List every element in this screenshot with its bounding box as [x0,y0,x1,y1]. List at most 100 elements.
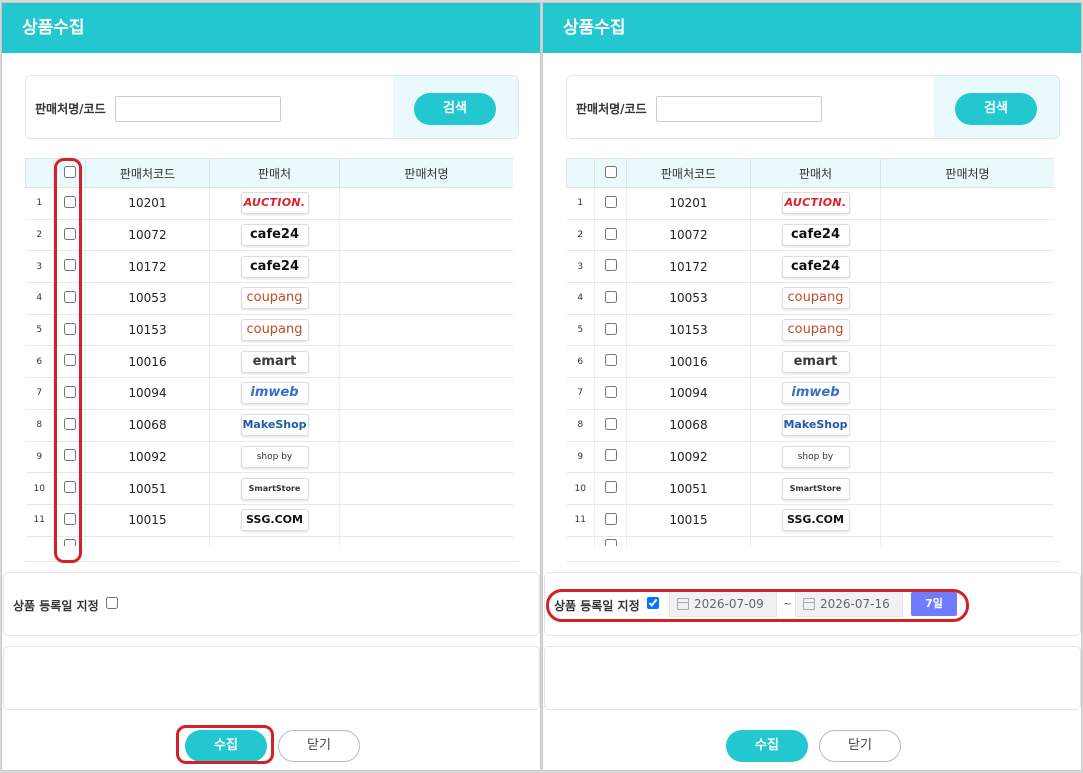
seller-logo-cell: SSG.COM [750,504,881,537]
seller-logo-cell: cafe24 [750,219,881,252]
table-row[interactable] [25,536,513,546]
seller-header: 판매처 [209,158,340,188]
seller-logo-cell: MakeShop [750,409,881,442]
seller-name [339,187,513,220]
search-input[interactable] [656,96,822,122]
seller-logo-cell [750,536,881,546]
table-row[interactable]: 8 10068 MakeShop [25,409,513,442]
seller-code-header: 판매처코드 [85,158,210,188]
seller-name [339,472,513,505]
row-checkbox-cell [594,250,627,284]
table-row[interactable] [566,536,1054,546]
table-row[interactable]: 9 10092 shop by [566,441,1054,474]
seller-code: 10016 [626,345,751,379]
seller-logo-cell: coupang [750,314,881,347]
table-row[interactable]: 5 10153 coupang [25,314,513,347]
seller-logo-cell: emart [209,345,340,379]
table-row[interactable]: 10 10051 SmartStore [25,472,513,505]
seller-code: 10092 [85,441,210,474]
table-row[interactable]: 7 10094 imweb [566,377,1054,410]
row-number: 1 [25,187,54,220]
select-all-checkbox[interactable] [604,165,617,178]
row-checkbox[interactable] [604,512,617,525]
date-filter-label: 상품 등록일 지정 [13,599,99,613]
seller-logo-cell: emart [750,345,881,379]
row-checkbox[interactable] [604,322,617,335]
table-row[interactable]: 11 10015 SSG.COM [25,504,513,537]
close-button[interactable]: 닫기 [819,730,901,762]
seller-code: 10201 [626,187,751,220]
row-checkbox-cell [594,219,627,252]
search-input[interactable] [115,96,281,122]
row-number: 11 [25,504,54,537]
table-row[interactable]: 1 10201 AUCTION. [25,187,513,220]
table-row[interactable]: 8 10068 MakeShop [566,409,1054,442]
seller-logo-cell: cafe24 [209,219,340,252]
table-row[interactable]: 7 10094 imweb [25,377,513,410]
row-number: 6 [25,345,54,379]
seller-logo-cell: imweb [750,377,881,410]
table-row[interactable]: 11 10015 SSG.COM [566,504,1054,537]
seller-name [339,409,513,442]
row-checkbox[interactable] [604,417,617,430]
collect-button[interactable]: 수집 [726,730,808,762]
table-row[interactable]: 3 10172 cafe24 [25,250,513,284]
row-checkbox[interactable] [604,290,617,303]
seller-name [880,250,1054,284]
row-number-header [566,158,595,188]
row-checkbox[interactable] [604,385,617,398]
row-number: 6 [566,345,595,379]
seller-logo-cell: coupang [209,282,340,315]
table-row[interactable]: 2 10072 cafe24 [25,219,513,252]
seller-code: 10068 [626,409,751,442]
shopby-logo: shop by [781,445,850,468]
search-label: 판매처명/코드 [35,102,106,116]
emart-logo: emart [781,350,850,373]
row-number: 7 [566,377,595,410]
seller-logo-cell: shop by [209,441,340,474]
table-row[interactable]: 4 10053 coupang [566,282,1054,315]
row-checkbox[interactable] [604,195,617,208]
seller-name [880,377,1054,410]
row-checkbox[interactable] [604,538,617,546]
seller-name [339,536,513,546]
row-number: 1 [566,187,595,220]
seller-name-header: 판매처명 [339,158,513,188]
seller-code: 10092 [626,441,751,474]
table-row[interactable]: 3 10172 cafe24 [566,250,1054,284]
row-checkbox[interactable] [604,449,617,462]
product-collect-dialog-left: 상품수집 판매처명/코드 검색 판매처코드 판매처 판매처명 1 10201 AUC… [1,2,541,771]
row-checkbox[interactable] [604,354,617,367]
table-row[interactable]: 10 10051 SmartStore [566,472,1054,505]
seller-table: 판매처코드 판매처 판매처명 1 10201 AUCTION. 2 10072 cafe2… [566,158,1054,546]
table-row[interactable]: 6 10016 emart [25,345,513,379]
seller-name [880,536,1054,546]
search-button[interactable]: 검색 [955,93,1037,125]
date-filter-checkbox[interactable] [106,597,118,609]
row-checkbox[interactable] [604,227,617,240]
table-row[interactable]: 6 10016 emart [566,345,1054,379]
coupang-logo: coupang [781,287,850,310]
table-row[interactable]: 9 10092 shop by [25,441,513,474]
seller-logo-cell: cafe24 [209,250,340,284]
seller-header: 판매처 [750,158,881,188]
ssg-logo: SSG.COM [240,509,309,532]
row-checkbox-cell [594,409,627,442]
row-checkbox-cell [594,536,627,546]
imweb-logo: imweb [240,382,309,405]
row-number: 2 [25,219,54,252]
smartstore-logo: SmartStore [240,477,309,500]
makeshop-logo: MakeShop [781,414,850,437]
row-checkbox[interactable] [604,259,617,272]
row-checkbox[interactable] [604,481,617,494]
seller-logo-cell: SSG.COM [209,504,340,537]
table-row[interactable]: 2 10072 cafe24 [566,219,1054,252]
row-checkbox-cell [594,441,627,474]
seller-code: 10094 [626,377,751,410]
table-row[interactable]: 4 10053 coupang [25,282,513,315]
search-button[interactable]: 검색 [414,93,496,125]
close-button[interactable]: 닫기 [278,730,360,762]
table-row[interactable]: 5 10153 coupang [566,314,1054,347]
table-row[interactable]: 1 10201 AUCTION. [566,187,1054,220]
cafe24-logo: cafe24 [781,224,850,247]
